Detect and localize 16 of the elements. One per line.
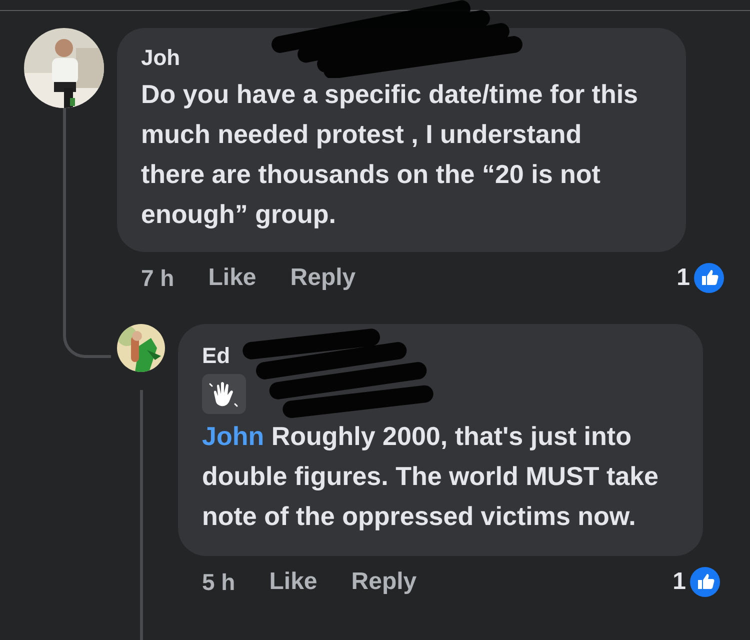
- timestamp: 5 h: [202, 568, 236, 596]
- action-link[interactable]: Reply: [290, 264, 356, 292]
- author-name[interactable]: Ed: [202, 342, 230, 370]
- mention-link[interactable]: John: [202, 421, 264, 451]
- comment-text: John Roughly 2000, that's just into double figures. The world MUST take note of the oppressed victims now.: [202, 420, 660, 533]
- action-link[interactable]: Reply: [351, 568, 417, 596]
- like-icon: [690, 567, 720, 597]
- timestamp: 7 h: [141, 264, 174, 292]
- action-link[interactable]: Like: [269, 568, 318, 596]
- author-name[interactable]: Joh: [141, 44, 180, 72]
- reaction-count: 1: [676, 264, 690, 292]
- reaction-count: 1: [672, 568, 686, 596]
- action-link[interactable]: Like: [208, 264, 256, 292]
- like-icon: [694, 263, 724, 293]
- waving-hand-icon: [202, 374, 246, 414]
- comment-text: Do you have a specific date/time for this much needed protest , I understand there are thousands on the “20 is not enough” group.: [141, 78, 640, 231]
